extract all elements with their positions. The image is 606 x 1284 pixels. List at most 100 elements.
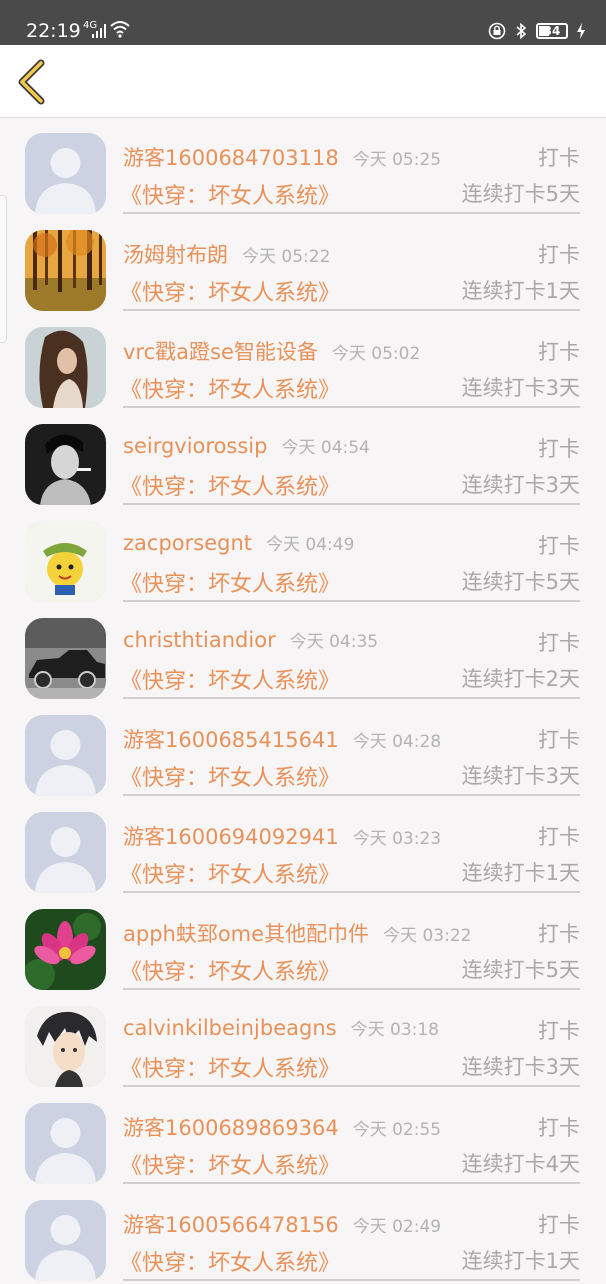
avatar[interactable] — [25, 327, 106, 408]
book-title[interactable]: 《快穿：坏女人系统》 — [120, 1051, 340, 1083]
status-time: 22:19 — [26, 20, 81, 42]
book-title[interactable]: 《快穿：坏女人系统》 — [120, 857, 340, 889]
user-name-text: christhtiandior — [123, 628, 276, 652]
checkin-label: 打卡 — [538, 922, 580, 946]
avatar[interactable] — [25, 1103, 106, 1184]
user-name: 游客1600566478156 今天 02:49 — [123, 1209, 441, 1239]
book-title[interactable]: 《快穿：坏女人系统》 — [120, 372, 340, 404]
back-button[interactable] — [14, 59, 48, 105]
checkin-label: 打卡 — [538, 340, 580, 364]
checkin-time: 今天 05:25 — [352, 150, 442, 170]
user-name: calvinkilbeinjbeagns 今天 03:18 — [123, 1015, 439, 1040]
book-title[interactable]: 《快穿：坏女人系统》 — [120, 178, 340, 210]
checkin-time: 今天 04:54 — [281, 438, 370, 458]
checkin-label: 打卡 — [538, 1019, 580, 1043]
user-name-text: calvinkilbeinjbeagns — [123, 1016, 337, 1040]
user-name-text: apph蚨郅ome其他配巾件 — [123, 922, 370, 946]
checkin-time: 今天 03:22 — [383, 926, 472, 946]
avatar[interactable] — [25, 812, 106, 893]
book-title[interactable]: 《快穿：坏女人系统》 — [120, 566, 340, 598]
checkin-row[interactable]: 游客1600694092941 今天 03:23 打卡 《快穿：坏女人系统》 连续… — [0, 799, 606, 896]
streak-label: 连续打卡3天 — [461, 1055, 580, 1079]
checkin-time: 今天 05:02 — [331, 344, 421, 364]
checkin-row[interactable]: 游客1600684703118 今天 05:25 打卡 《快穿：坏女人系统》 连续… — [0, 120, 606, 217]
checkin-label: 打卡 — [538, 1213, 580, 1237]
user-name: 游客1600684703118 今天 05:25 — [123, 142, 441, 172]
book-title[interactable]: 《快穿：坏女人系统》 — [120, 663, 340, 695]
user-name-text: zacporsegnt — [123, 531, 252, 555]
checkin-label: 打卡 — [538, 825, 580, 849]
checkin-row[interactable]: 游客1600685415641 今天 04:28 打卡 《快穿：坏女人系统》 连续… — [0, 702, 606, 799]
row-divider — [123, 1085, 580, 1087]
user-name-text: 汤姆射布朗 — [123, 243, 228, 267]
avatar[interactable] — [25, 230, 106, 311]
book-title[interactable]: 《快穿：坏女人系统》 — [120, 760, 340, 792]
checkin-label: 打卡 — [538, 437, 580, 461]
streak-label: 连续打卡1天 — [461, 1249, 580, 1273]
streak-label: 连续打卡5天 — [461, 182, 580, 206]
checkin-time: 今天 04:35 — [289, 632, 379, 652]
user-name: seirgviorossip 今天 04:54 — [123, 433, 370, 458]
signal-icon — [92, 24, 106, 38]
user-name-text: 游客1600694092941 — [123, 825, 339, 849]
checkin-row[interactable]: christhtiandior 今天 04:35 打卡 《快穿：坏女人系统》 连续… — [0, 605, 606, 702]
avatar[interactable] — [25, 715, 106, 796]
bluetooth-icon — [516, 22, 527, 40]
user-name: 游客1600689869364 今天 02:55 — [123, 1112, 441, 1142]
row-divider — [123, 503, 580, 505]
streak-label: 连续打卡4天 — [461, 1152, 580, 1176]
row-divider — [123, 309, 580, 311]
user-name-text: 游客1600685415641 — [123, 728, 339, 752]
row-divider — [123, 794, 580, 796]
battery-level: 34 — [543, 24, 561, 38]
checkin-row[interactable]: calvinkilbeinjbeagns 今天 03:18 打卡 《快穿：坏女人系… — [0, 993, 606, 1090]
checkin-label: 打卡 — [538, 631, 580, 655]
checkin-label: 打卡 — [538, 146, 580, 170]
checkin-row[interactable]: apph蚨郅ome其他配巾件 今天 03:22 打卡 《快穿：坏女人系统》 连续打… — [0, 896, 606, 993]
streak-label: 连续打卡5天 — [461, 570, 580, 594]
avatar[interactable] — [25, 618, 106, 699]
avatar[interactable] — [25, 1006, 106, 1087]
checkin-time: 今天 04:28 — [352, 732, 442, 752]
row-divider — [123, 697, 580, 699]
book-title[interactable]: 《快穿：坏女人系统》 — [120, 954, 340, 986]
book-title[interactable]: 《快穿：坏女人系统》 — [120, 1148, 340, 1180]
status-bar: 22:19 4G 34 — [0, 0, 606, 45]
book-title[interactable]: 《快穿：坏女人系统》 — [120, 275, 340, 307]
checkin-row[interactable]: zacporsegnt 今天 04:49 打卡 《快穿：坏女人系统》 连续打卡5天 — [0, 508, 606, 605]
checkin-time: 今天 02:55 — [352, 1120, 442, 1140]
streak-label: 连续打卡3天 — [461, 473, 580, 497]
streak-label: 连续打卡5天 — [461, 958, 580, 982]
battery-icon: 34 — [536, 23, 568, 39]
row-divider — [123, 891, 580, 893]
row-divider — [123, 1279, 580, 1281]
user-name-text: 游客1600566478156 — [123, 1213, 339, 1237]
row-divider — [123, 600, 580, 602]
avatar[interactable] — [25, 133, 106, 214]
user-name-text: 游客1600684703118 — [123, 146, 339, 170]
streak-label: 连续打卡3天 — [461, 764, 580, 788]
row-divider — [123, 988, 580, 990]
user-name: christhtiandior 今天 04:35 — [123, 627, 378, 652]
row-divider — [123, 1182, 580, 1184]
charging-icon — [577, 23, 585, 39]
streak-label: 连续打卡2天 — [461, 667, 580, 691]
checkin-time: 今天 02:49 — [352, 1217, 442, 1237]
avatar[interactable] — [25, 1200, 106, 1281]
checkin-time: 今天 03:18 — [350, 1020, 439, 1040]
user-name: 汤姆射布朗 今天 05:22 — [123, 239, 330, 269]
book-title[interactable]: 《快穿：坏女人系统》 — [120, 469, 340, 501]
avatar[interactable] — [25, 424, 106, 505]
checkin-row[interactable]: 游客1600566478156 今天 02:49 打卡 《快穿：坏女人系统》 连续… — [0, 1187, 606, 1284]
avatar[interactable] — [25, 521, 106, 602]
avatar[interactable] — [25, 909, 106, 990]
checkin-row[interactable]: 汤姆射布朗 今天 05:22 打卡 《快穿：坏女人系统》 连续打卡1天 — [0, 217, 606, 314]
streak-label: 连续打卡1天 — [461, 279, 580, 303]
checkin-time: 今天 05:22 — [242, 247, 331, 267]
streak-label: 连续打卡1天 — [461, 861, 580, 885]
checkin-row[interactable]: 游客1600689869364 今天 02:55 打卡 《快穿：坏女人系统》 连续… — [0, 1090, 606, 1187]
book-title[interactable]: 《快穿：坏女人系统》 — [120, 1245, 340, 1277]
user-name: vrc戳a蹬se智能设备 今天 05:02 — [123, 336, 420, 366]
checkin-row[interactable]: vrc戳a蹬se智能设备 今天 05:02 打卡 《快穿：坏女人系统》 连续打卡3… — [0, 314, 606, 411]
checkin-row[interactable]: seirgviorossip 今天 04:54 打卡 《快穿：坏女人系统》 连续打… — [0, 411, 606, 508]
